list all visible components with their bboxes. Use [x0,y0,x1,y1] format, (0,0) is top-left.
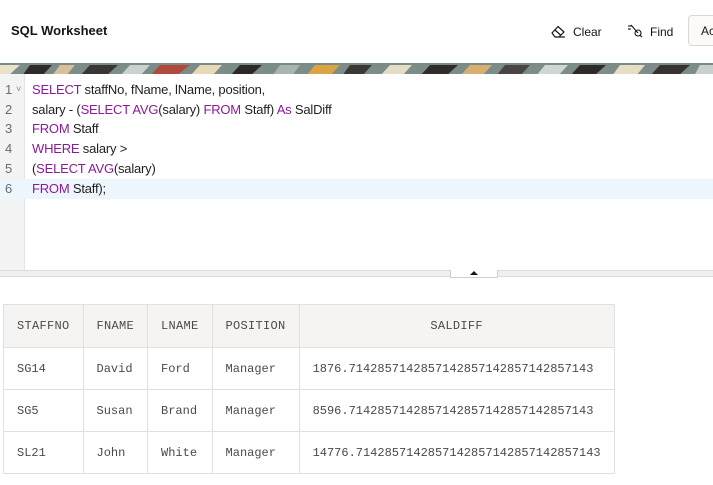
collapse-arrow-icon[interactable] [450,270,498,278]
table-row: SG5 Susan Brand Manager 8596.71428571428… [3,389,615,432]
code-line[interactable]: 6 FROM Staff); [0,178,713,199]
sql-keyword: FROM [32,121,70,137]
cell-fname: John [82,431,149,474]
code-line[interactable]: 2 salary - (SELECT AVG(salary) FROM Staff… [0,100,713,120]
clear-button[interactable]: Clear [550,17,602,47]
sql-token: salary > [79,141,128,157]
sql-editor[interactable]: 1 ˅ SELECT staffNo, fName, lName, position… [0,74,713,270]
cell-staffno: SG14 [3,347,84,390]
sql-keyword: SELECT [80,101,130,117]
line-number: 4 [5,141,13,157]
sql-token: Staff [69,121,99,137]
find-replace-icon [627,24,650,41]
column-header-saldiff[interactable]: SALDIFF [298,304,615,348]
code-text: FROM Staff [32,121,99,137]
column-header-lname[interactable]: LNAME [147,304,213,348]
column-header-fname[interactable]: FNAME [82,304,149,348]
cell-lname: Ford [147,347,213,390]
sql-keyword: AVG [132,101,159,117]
sql-keyword: FROM [203,101,241,117]
code-line[interactable]: 3 FROM Staff [0,119,713,139]
table-row: SG14 David Ford Manager 1876.71428571428… [3,347,615,390]
code-line[interactable]: 1 ˅ SELECT staffNo, fName, lName, position… [0,80,713,100]
find-button[interactable]: Find [627,17,673,47]
sql-token: staffNo, fName, lName, position, [81,82,266,97]
cell-fname: David [82,347,149,390]
sql-keyword: As [276,101,292,117]
code-text: WHERE salary > [32,141,127,156]
line-number: 5 [5,160,13,176]
cell-fname: Susan [82,389,149,432]
column-header-position[interactable]: POSITION [211,304,300,348]
cell-saldiff: 8596.7142857142857142857142857142857143 [298,389,615,432]
sql-keyword: FROM [32,180,70,196]
table-row: SL21 John White Manager 14776.7142857142… [3,431,615,474]
cell-staffno: SG5 [3,389,84,432]
column-header-staffno[interactable]: STAFFNO [3,304,84,348]
cell-lname: Brand [147,389,213,432]
line-number: 2 [5,101,13,117]
code-line[interactable]: 4 WHERE salary > [0,139,713,159]
cell-position: Manager [211,431,300,474]
line-number: 3 [5,121,13,137]
cell-staffno: SL21 [3,431,84,474]
code-text: (SELECT AVG(salary) [32,161,156,176]
cell-position: Manager [211,347,300,390]
sql-token: Staff); [69,180,106,196]
code-text: FROM Staff); [32,181,106,196]
page-title: SQL Worksheet [11,23,108,38]
pane-splitter[interactable] [0,270,713,277]
table-header-row: STAFFNO FNAME LNAME POSITION SALDIFF [3,304,615,348]
actions-button[interactable]: Actions [688,15,713,46]
cell-saldiff: 1876.7142857142857142857142857142857143 [298,347,615,390]
results-table: STAFFNO FNAME LNAME POSITION SALDIFF SG1… [3,304,615,474]
sql-keyword: SELECT [36,160,86,176]
clear-label: Clear [573,25,602,39]
worksheet-header: SQL Worksheet Clear Find Actions [0,0,713,63]
cell-position: Manager [211,389,300,432]
line-number: 1 [5,82,13,97]
sql-keyword: AVG [87,160,114,176]
cell-lname: White [147,431,213,474]
find-label: Find [650,25,674,39]
sql-keyword: SELECT [32,82,82,97]
decorative-banner [0,63,713,74]
sql-token: (salary) [158,101,204,117]
sql-token: Staff) [240,101,277,117]
sql-token: SalDiff [291,101,332,117]
sql-token: (salary) [113,160,156,176]
line-number: 6 [5,180,13,196]
code-line[interactable]: 5 (SELECT AVG(salary) [0,159,713,179]
sql-token: salary - ( [32,101,81,117]
code-text: salary - (SELECT AVG(salary) FROM Staff)… [32,102,332,117]
sql-keyword: WHERE [32,141,80,157]
code-text: SELECT staffNo, fName, lName, position, [32,82,265,97]
cell-saldiff: 14776.7142857142857142857142857142857143 [298,431,615,474]
eraser-icon [550,24,573,41]
fold-chevron-icon[interactable]: ˅ [16,84,21,94]
